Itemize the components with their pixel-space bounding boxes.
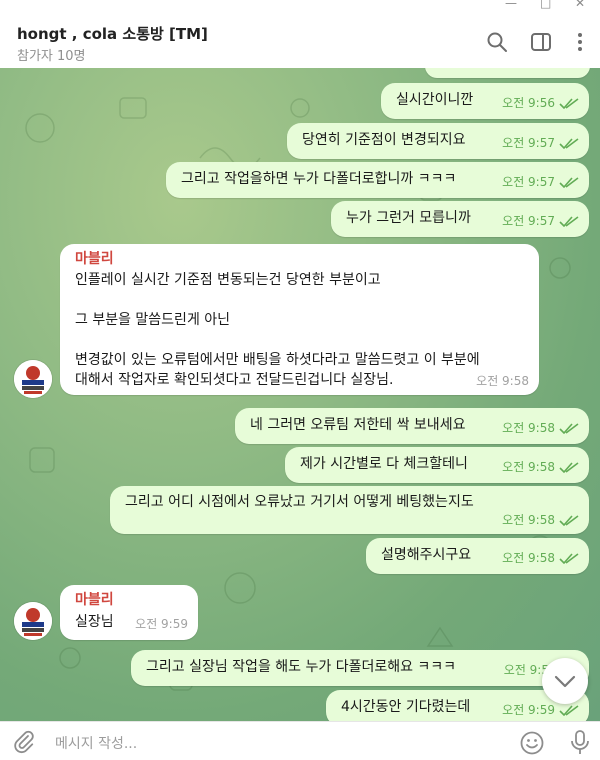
outgoing-message[interactable]: 설명해주시구요 오전 9:58	[366, 538, 589, 574]
message-input[interactable]: 메시지 작성...	[55, 733, 137, 753]
message-time: 오전 9:56	[502, 96, 555, 110]
read-check-icon	[559, 98, 579, 109]
message-text: 당연히 기준점이 변경되지요	[302, 132, 466, 148]
chat-title: hongt , cola 소통방 [TM]	[17, 25, 208, 43]
message-text: 인플레이 실시간 기준점 변동되는건 당연한 부분이고 그 부분을 말씀드린게 …	[75, 270, 480, 390]
message-time: 오전 9:58	[502, 460, 555, 474]
message-time: 오전 9:58	[502, 513, 555, 527]
message-text: 실장님	[75, 614, 114, 630]
message-list[interactable]: 실시간이니깐 오전 9:56 당연히 기준점이 변경되지요 오전 9:57 그리…	[0, 68, 600, 721]
message-time: 오전 9:58	[476, 374, 529, 388]
message-bubble-partial[interactable]	[425, 68, 590, 78]
outgoing-message[interactable]: 네 그러면 오류팀 저한테 싹 보내세요 오전 9:58	[235, 408, 589, 444]
message-line: 변경값이 있는 오류텀에서만 배팅을 하셧다라고 말씀드렷고 이 부분에	[75, 352, 480, 368]
message-time: 오전 9:58	[502, 551, 555, 565]
message-meta: 오전 9:58	[502, 418, 579, 438]
sender-name: 마블리	[75, 251, 114, 267]
search-icon[interactable]	[485, 30, 509, 54]
minimize-icon[interactable]: —	[505, 0, 517, 10]
avatar[interactable]	[14, 360, 52, 398]
avatar[interactable]	[14, 602, 52, 640]
message-line: 대해서 작업자로 확인되셧다고 전달드린겁니다 실장님.	[75, 372, 394, 388]
avatar-image	[14, 602, 52, 640]
message-text: 그리고 작업을하면 누가 다폴더로합니까 ㅋㅋㅋ	[181, 171, 457, 187]
sender-name: 마블리	[75, 592, 114, 608]
close-icon[interactable]: ✕	[575, 0, 585, 10]
chevron-down-icon	[554, 675, 576, 688]
maximize-icon[interactable]: □	[540, 0, 551, 10]
message-text: 그리고 어디 시점에서 오류났고 거기서 어떻게 베팅했는지도	[125, 494, 474, 510]
message-line: 그 부분을 말씀드린게 아닌	[75, 312, 231, 328]
outgoing-message[interactable]: 그리고 작업을하면 누가 다폴더로합니까 ㅋㅋㅋ 오전 9:57	[166, 162, 589, 198]
participant-count: 참가자 10명	[17, 49, 86, 64]
message-text: 그리고 실장님 작업을 해도 누가 다폴더로해요 ㅋㅋㅋ	[146, 659, 457, 675]
read-check-icon	[559, 216, 579, 227]
message-meta: 오전 9:58	[502, 548, 579, 568]
read-check-icon	[559, 138, 579, 149]
outgoing-message[interactable]: 그리고 어디 시점에서 오류났고 거기서 어떻게 베팅했는지도 오전 9:58	[110, 486, 589, 534]
message-meta: 오전 9:57	[502, 172, 579, 192]
message-composer[interactable]: 메시지 작성...	[0, 721, 600, 760]
message-text: 4시간동안 기다렸는데	[341, 699, 471, 715]
outgoing-message[interactable]: 누가 그런거 모릅니까 오전 9:57	[331, 201, 589, 237]
message-time: 오전 9:58	[502, 421, 555, 435]
message-meta: 오전 9:57	[502, 211, 579, 231]
message-meta: 오전 9:58	[502, 510, 579, 530]
read-check-icon	[559, 423, 579, 434]
read-check-icon	[559, 462, 579, 473]
read-check-icon	[559, 177, 579, 188]
outgoing-message[interactable]: 실시간이니깐 오전 9:56	[381, 83, 589, 119]
read-check-icon	[559, 553, 579, 564]
message-line	[75, 290, 480, 310]
outgoing-message[interactable]: 당연히 기준점이 변경되지요 오전 9:57	[287, 123, 589, 159]
avatar-image	[14, 360, 52, 398]
message-line	[75, 330, 480, 350]
message-time: 오전 9:57	[502, 214, 555, 228]
scroll-to-bottom-button[interactable]	[542, 658, 588, 704]
message-time: 오전 9:59	[135, 617, 188, 631]
message-time: 오전 9:59	[502, 703, 555, 717]
incoming-message[interactable]: 마블리 인플레이 실시간 기준점 변동되는건 당연한 부분이고 그 부분을 말씀…	[60, 244, 539, 395]
message-text: 네 그러면 오류팀 저한테 싹 보내세요	[250, 417, 466, 433]
message-time: 오전 9:57	[502, 175, 555, 189]
more-vert-icon[interactable]	[568, 30, 592, 54]
outgoing-message[interactable]: 제가 시간별로 다 체크할테니 오전 9:58	[285, 447, 589, 483]
message-text: 설명해주시구요	[381, 547, 472, 563]
message-time: 오전 9:57	[502, 136, 555, 150]
attach-icon[interactable]	[12, 730, 36, 754]
message-text: 누가 그런거 모릅니까	[346, 210, 471, 226]
read-check-icon	[559, 705, 579, 716]
window-title-bar: — □ ✕	[0, 0, 600, 12]
outgoing-message[interactable]: 그리고 실장님 작업을 해도 누가 다폴더로해요 ㅋㅋㅋ 오전 9:5	[131, 650, 589, 686]
incoming-message[interactable]: 마블리 실장님 오전 9:59	[60, 585, 198, 640]
message-meta: 오전 9:56	[502, 93, 579, 113]
message-meta: 오전 9:57	[502, 133, 579, 153]
message-meta: 오전 9:58	[502, 457, 579, 477]
mic-icon[interactable]	[568, 729, 592, 757]
message-text: 실시간이니깐	[396, 92, 474, 108]
chat-header[interactable]: hongt , cola 소통방 [TM] 참가자 10명	[0, 12, 600, 69]
message-line: 인플레이 실시간 기준점 변동되는건 당연한 부분이고	[75, 272, 381, 288]
sidebar-toggle-icon[interactable]	[529, 30, 553, 54]
read-check-icon	[559, 515, 579, 526]
emoji-icon[interactable]	[519, 730, 545, 756]
message-text: 제가 시간별로 다 체크할테니	[300, 456, 468, 472]
